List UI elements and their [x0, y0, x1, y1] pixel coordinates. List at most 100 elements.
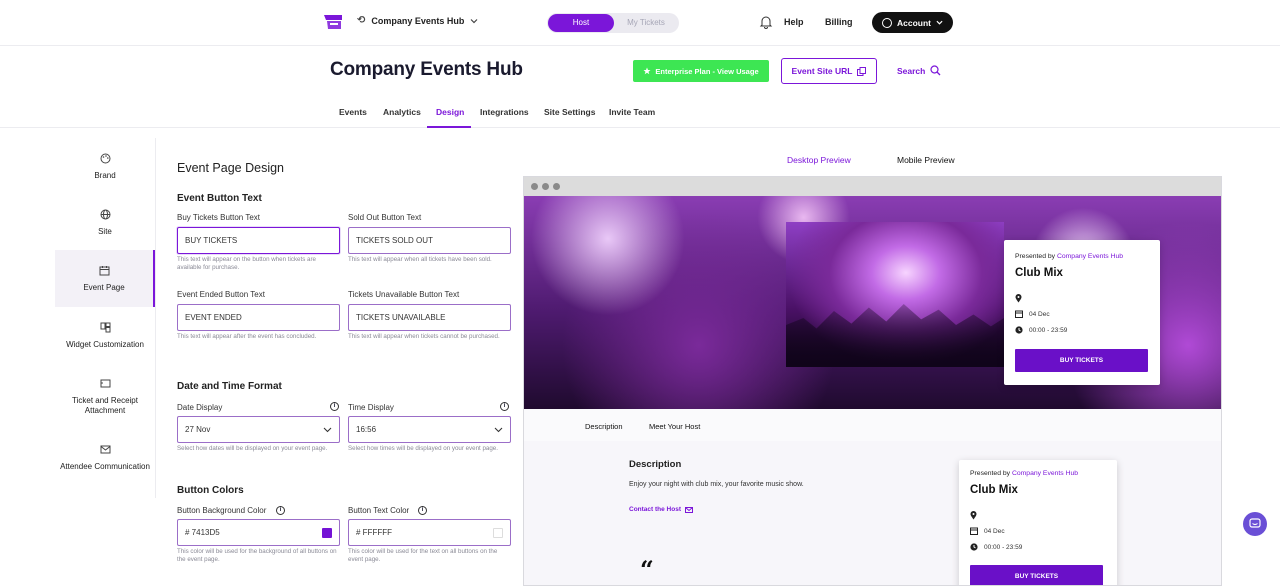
- sidebar-item-site[interactable]: Site: [55, 209, 155, 236]
- time-label: Time Display: [348, 403, 394, 412]
- buy-tickets-input[interactable]: BUY TICKETS: [177, 227, 340, 254]
- mail-icon: [685, 506, 693, 513]
- clock-icon: [1015, 326, 1023, 334]
- window-dot: [553, 183, 560, 190]
- tab-integrations[interactable]: Integrations: [480, 107, 529, 117]
- info-icon[interactable]: i: [500, 402, 509, 411]
- description-tab[interactable]: Description: [585, 422, 623, 431]
- location-row: [1015, 294, 1022, 303]
- date-row: 04 Dec: [1015, 310, 1050, 318]
- location-pin-icon: [970, 511, 977, 520]
- help-link[interactable]: Help: [784, 17, 804, 27]
- mobile-preview-tab[interactable]: Mobile Preview: [897, 155, 955, 165]
- presented-by: Presented by Company Events Hub: [1015, 253, 1124, 260]
- meet-host-tab[interactable]: Meet Your Host: [649, 422, 700, 431]
- clock-icon: [970, 543, 978, 551]
- sidebar-label: Event Page: [83, 283, 125, 292]
- ticket-logo-icon[interactable]: [322, 12, 344, 32]
- bell-icon[interactable]: [759, 15, 773, 29]
- event-ended-input[interactable]: EVENT ENDED: [177, 304, 340, 331]
- sidebar-item-attendee-communication[interactable]: Attendee Communication: [55, 444, 155, 472]
- sold-out-input[interactable]: TICKETS SOLD OUT: [348, 227, 511, 254]
- billing-link[interactable]: Billing: [825, 17, 853, 27]
- sold-help: This text will appear when all tickets h…: [348, 256, 492, 263]
- calendar-icon: [99, 266, 109, 276]
- bg-color-label: Button Background Color: [177, 506, 267, 515]
- sidebar-label: Site: [98, 227, 112, 236]
- color-swatch[interactable]: [493, 528, 503, 538]
- tab-site-settings[interactable]: Site Settings: [544, 107, 595, 117]
- design-sidebar: Brand Site Event Page Widget Customizati…: [0, 138, 156, 498]
- event-site-url-button[interactable]: Event Site URL: [781, 58, 877, 84]
- event-title: Club Mix: [970, 484, 1018, 496]
- calendar-icon: [970, 527, 978, 535]
- hub-switcher[interactable]: ⟲ Company Events Hub: [357, 15, 478, 26]
- chevron-down-icon: [494, 427, 503, 433]
- tab-events[interactable]: Events: [339, 107, 367, 117]
- plan-usage-button[interactable]: Enterprise Plan - View Usage: [633, 60, 769, 82]
- event-date: 04 Dec: [1029, 310, 1050, 318]
- palette-icon: [100, 153, 110, 164]
- sidebar-item-brand[interactable]: Brand: [55, 153, 155, 180]
- tab-invite-team[interactable]: Invite Team: [609, 107, 655, 117]
- host-tickets-toggle: Host My Tickets: [547, 13, 679, 33]
- account-button[interactable]: Account: [872, 12, 953, 33]
- sidebar-label: Widget Customization: [66, 340, 144, 349]
- date-label: Date Display: [177, 403, 223, 412]
- form-heading: Event Page Design: [177, 161, 285, 175]
- buy-tickets-button[interactable]: BUY TICKETS: [1015, 349, 1148, 372]
- event-time: 00:00 - 23:59: [984, 543, 1023, 551]
- contact-host-link[interactable]: Contact the Host: [629, 506, 693, 513]
- sold-label: Sold Out Button Text: [348, 213, 422, 222]
- unavailable-help: This text will appear when tickets canno…: [348, 333, 500, 340]
- ended-label: Event Ended Button Text: [177, 290, 265, 299]
- sidebar-item-widget-customization[interactable]: Widget Customization: [55, 322, 155, 349]
- design-tabs: Events Analytics Design Integrations Sit…: [0, 100, 1280, 128]
- button-text-color-input[interactable]: # FFFFFF: [348, 519, 511, 546]
- chat-widget-button[interactable]: [1243, 512, 1267, 536]
- unavailable-label: Tickets Unavailable Button Text: [348, 290, 460, 299]
- button-bg-color-input[interactable]: # 7413D5: [177, 519, 340, 546]
- color-swatch[interactable]: [322, 528, 332, 538]
- event-image: [786, 222, 1004, 367]
- sidebar-item-ticket-receipt[interactable]: Ticket and Receipt Attachment: [55, 378, 155, 416]
- date-value: 27 Nov: [185, 425, 211, 434]
- sidebar-item-event-page[interactable]: Event Page: [55, 250, 155, 307]
- search-label: Search: [897, 65, 926, 76]
- event-info-card: Presented by Company Events Hub Club Mix…: [1004, 240, 1160, 385]
- widget-icon: [100, 322, 110, 333]
- text-color-value: # FFFFFF: [356, 528, 392, 537]
- date-row: 04 Dec: [970, 527, 1005, 535]
- calendar-icon: [1015, 310, 1023, 318]
- desktop-preview-tab[interactable]: Desktop Preview: [787, 155, 851, 165]
- buy-tickets-button[interactable]: BUY TICKETS: [970, 565, 1103, 585]
- date-display-select[interactable]: 27 Nov: [177, 416, 340, 443]
- toggle-host[interactable]: Host: [548, 14, 614, 32]
- search-icon: [930, 65, 941, 76]
- section-event-button-text: Event Button Text: [177, 193, 262, 204]
- search-button[interactable]: Search: [897, 65, 941, 76]
- time-display-select[interactable]: 16:56: [348, 416, 511, 443]
- event-tabs-bar: [524, 409, 1221, 441]
- section-button-colors: Button Colors: [177, 485, 244, 496]
- tickets-unavailable-input[interactable]: TICKETS UNAVAILABLE: [348, 304, 511, 331]
- sidebar-label: Ticket and Receipt Attachment: [72, 396, 138, 415]
- ticket-icon: [100, 379, 110, 388]
- star-icon: [643, 67, 651, 75]
- tab-analytics[interactable]: Analytics: [383, 107, 421, 117]
- hub-name: Company Events Hub: [371, 15, 465, 26]
- time-value: 16:56: [356, 425, 377, 434]
- event-site-url-label: Event Site URL: [791, 66, 853, 76]
- time-row: 00:00 - 23:59: [1015, 326, 1067, 334]
- event-date: 04 Dec: [984, 527, 1005, 535]
- location-pin-icon: [1015, 294, 1022, 303]
- toggle-my-tickets[interactable]: My Tickets: [613, 14, 679, 32]
- info-icon[interactable]: i: [418, 506, 427, 515]
- time-row: 00:00 - 23:59: [970, 543, 1022, 551]
- info-icon[interactable]: i: [330, 402, 339, 411]
- info-icon[interactable]: i: [276, 506, 285, 515]
- switch-icon: ⟲: [357, 15, 366, 26]
- mail-icon: [100, 445, 110, 454]
- tab-design[interactable]: Design: [436, 107, 464, 117]
- sidebar-label: Attendee Communication: [60, 462, 150, 471]
